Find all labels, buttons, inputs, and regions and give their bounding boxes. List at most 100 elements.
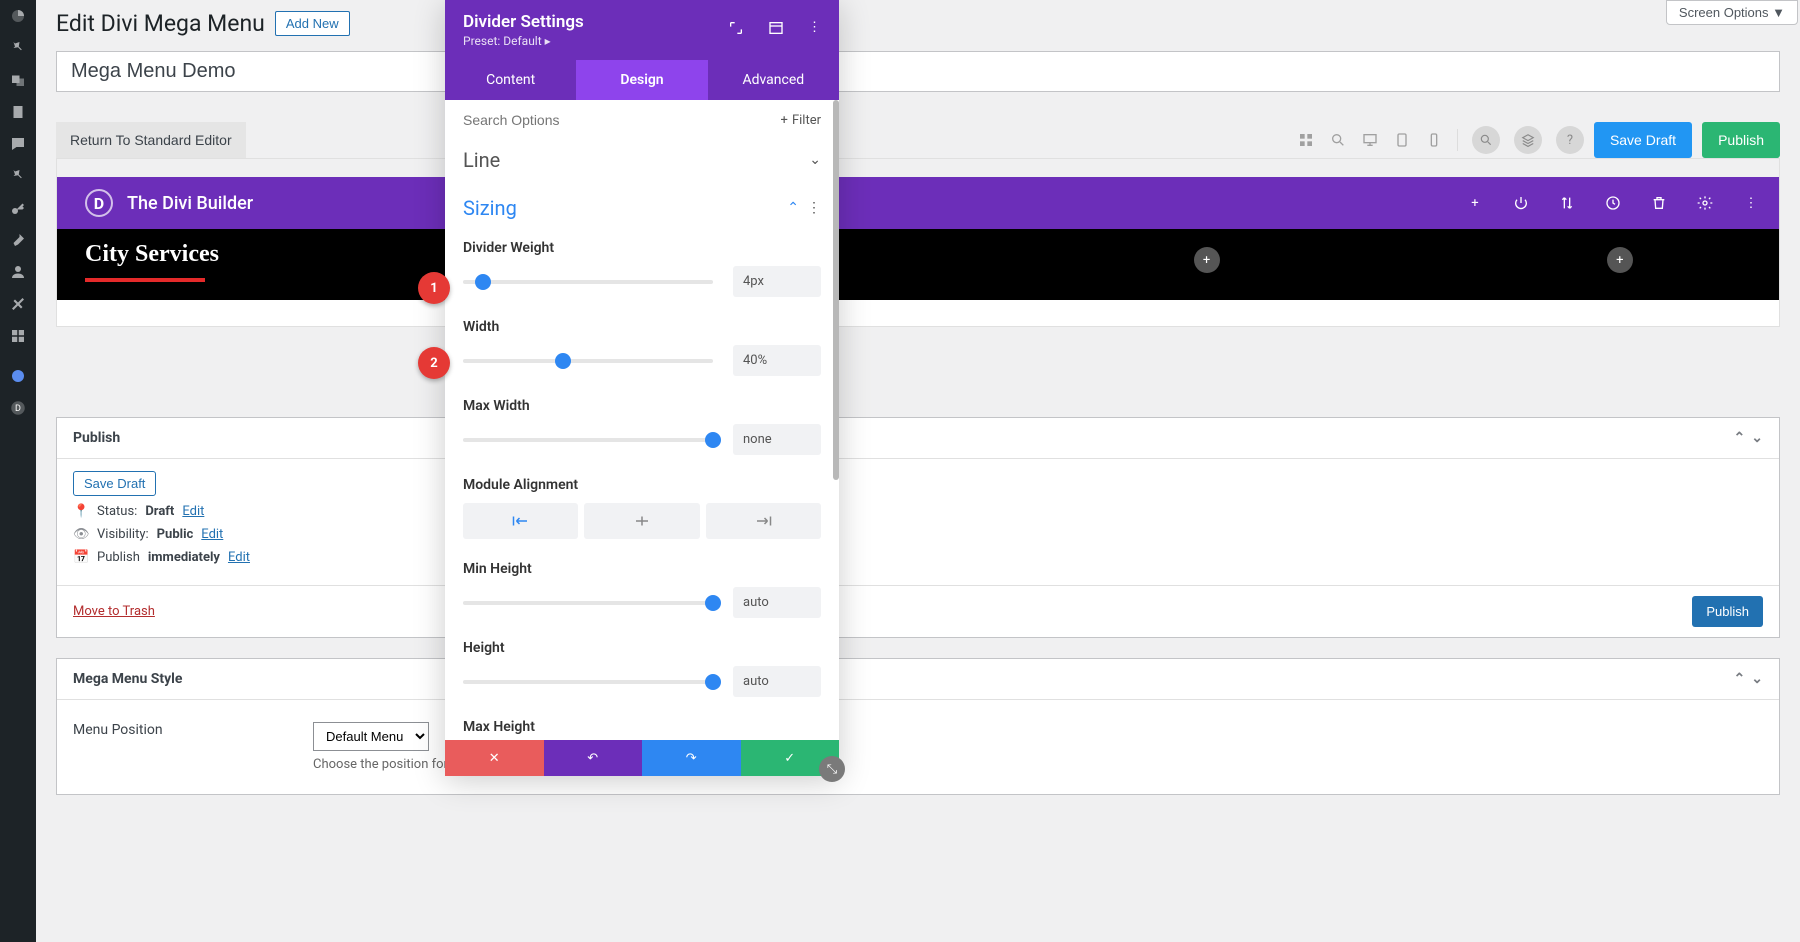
- section-line[interactable]: Line ⌄: [445, 136, 839, 184]
- clock-icon[interactable]: [1605, 195, 1621, 211]
- save-draft-button[interactable]: Save Draft: [1594, 122, 1692, 158]
- field-max-height: Max Height none: [445, 711, 839, 740]
- align-left-button[interactable]: [463, 503, 578, 539]
- preview-area: City Services + +: [57, 229, 1779, 300]
- help-icon[interactable]: ?: [1556, 126, 1584, 154]
- pin2-icon[interactable]: [0, 160, 36, 192]
- panel-icon[interactable]: [768, 20, 784, 40]
- max-width-label: Max Width: [463, 398, 821, 414]
- max-width-slider[interactable]: [463, 438, 713, 442]
- divider-weight-value[interactable]: 4px: [733, 266, 821, 297]
- chevron-up-icon[interactable]: ⌃: [1734, 671, 1746, 687]
- gear-icon[interactable]: [1697, 195, 1713, 211]
- pages-icon[interactable]: [0, 96, 36, 128]
- users-icon[interactable]: [0, 256, 36, 288]
- width-value[interactable]: 40%: [733, 345, 821, 376]
- brush-icon[interactable]: [0, 224, 36, 256]
- add-module-button[interactable]: +: [1194, 247, 1220, 273]
- tablet-icon[interactable]: [1393, 131, 1411, 149]
- tools-icon[interactable]: [0, 288, 36, 320]
- save-draft-link[interactable]: Save Draft: [73, 471, 156, 496]
- undo-button[interactable]: ↶: [544, 740, 643, 776]
- chevron-up-icon: ⌃: [787, 200, 799, 216]
- divider-settings-modal: Divider Settings Preset: Default ▸ ⋮ Con…: [445, 0, 839, 776]
- mobile-icon[interactable]: [1425, 131, 1443, 149]
- key-icon[interactable]: [0, 192, 36, 224]
- tab-advanced[interactable]: Advanced: [708, 60, 839, 100]
- section-sizing[interactable]: Sizing ⌃⋮: [445, 184, 839, 232]
- visibility-label: Visibility:: [97, 527, 149, 542]
- comments-icon[interactable]: [0, 128, 36, 160]
- add-module-button[interactable]: +: [1607, 247, 1633, 273]
- menu-icon[interactable]: ⋮: [1743, 195, 1759, 211]
- align-center-button[interactable]: [584, 503, 699, 539]
- divi-bar-title: The Divi Builder: [127, 193, 253, 214]
- power-icon[interactable]: [1513, 195, 1529, 211]
- field-min-height: Min Height auto: [445, 553, 839, 632]
- min-height-value[interactable]: auto: [733, 587, 821, 618]
- divi-icon[interactable]: D: [0, 392, 36, 424]
- height-slider[interactable]: [463, 680, 713, 684]
- height-label: Height: [463, 640, 821, 656]
- eye-icon: 👁: [73, 527, 89, 542]
- settings-icon[interactable]: [0, 320, 36, 352]
- grid-icon[interactable]: [1297, 131, 1315, 149]
- width-slider[interactable]: [463, 359, 713, 363]
- layers-icon[interactable]: [1514, 126, 1542, 154]
- schedule-label: Publish: [97, 550, 140, 565]
- add-icon[interactable]: +: [1467, 195, 1483, 211]
- modal-preset[interactable]: Preset: Default ▸: [463, 34, 584, 48]
- align-right-button[interactable]: [706, 503, 821, 539]
- sort-icon[interactable]: [1559, 195, 1575, 211]
- media-icon[interactable]: [0, 64, 36, 96]
- desktop-icon[interactable]: [1361, 131, 1379, 149]
- edit-status-link[interactable]: Edit: [182, 504, 204, 519]
- tab-design[interactable]: Design: [576, 60, 707, 100]
- annotation-1: 1: [418, 272, 450, 304]
- status-value: Draft: [145, 504, 174, 519]
- publish-submit-button[interactable]: Publish: [1692, 596, 1763, 627]
- page-heading: Edit Divi Mega Menu Add New: [56, 10, 350, 37]
- search-options-input[interactable]: [463, 112, 781, 128]
- divider-weight-slider[interactable]: [463, 280, 713, 284]
- chevron-up-icon[interactable]: ⌃: [1734, 430, 1746, 446]
- post-title-input[interactable]: [56, 51, 1780, 92]
- expand-icon[interactable]: [728, 20, 744, 40]
- page-title: Edit Divi Mega Menu: [56, 10, 265, 37]
- field-divider-weight: Divider Weight 4px: [445, 232, 839, 311]
- trash-icon[interactable]: [1651, 195, 1667, 211]
- height-value[interactable]: auto: [733, 666, 821, 697]
- more-icon[interactable]: ⋮: [807, 200, 821, 216]
- redo-button[interactable]: ↷: [642, 740, 741, 776]
- screen-options-button[interactable]: Screen Options ▼: [1666, 0, 1798, 25]
- edit-schedule-link[interactable]: Edit: [228, 550, 250, 565]
- cancel-button[interactable]: ✕: [445, 740, 544, 776]
- tab-content[interactable]: Content: [445, 60, 576, 100]
- edit-visibility-link[interactable]: Edit: [201, 527, 223, 542]
- search-circle-icon[interactable]: [1472, 126, 1500, 154]
- menu-position-label: Menu Position: [73, 722, 193, 738]
- search-icon[interactable]: [1329, 131, 1347, 149]
- move-to-trash-link[interactable]: Move to Trash: [73, 604, 155, 619]
- pin-icon[interactable]: [0, 32, 36, 64]
- annotation-2: 2: [418, 347, 450, 379]
- return-standard-editor-button[interactable]: Return To Standard Editor: [56, 122, 246, 158]
- resize-handle-icon[interactable]: ⤡: [819, 756, 845, 782]
- modal-title: Divider Settings: [463, 12, 584, 32]
- more-icon[interactable]: ⋮: [808, 20, 821, 40]
- publish-box-title: Publish: [73, 430, 120, 446]
- chevron-down-icon[interactable]: ⌄: [1751, 671, 1763, 687]
- chevron-down-icon[interactable]: ⌄: [1751, 430, 1763, 446]
- add-new-button[interactable]: Add New: [275, 11, 350, 36]
- publish-button[interactable]: Publish: [1702, 122, 1780, 158]
- scrollbar-thumb[interactable]: [833, 100, 839, 480]
- min-height-slider[interactable]: [463, 601, 713, 605]
- menu-position-select[interactable]: Default Menu: [313, 722, 429, 751]
- max-width-value[interactable]: none: [733, 424, 821, 455]
- plugin-icon[interactable]: [0, 360, 36, 392]
- publish-box: Publish ⌃ ⌄ Save Draft 📍 Status: Draft E…: [56, 417, 1780, 638]
- preview-heading: City Services: [85, 241, 219, 267]
- preview-spacer: [57, 300, 1779, 326]
- dashboard-icon[interactable]: [0, 0, 36, 32]
- filter-button[interactable]: +Filter: [781, 113, 821, 128]
